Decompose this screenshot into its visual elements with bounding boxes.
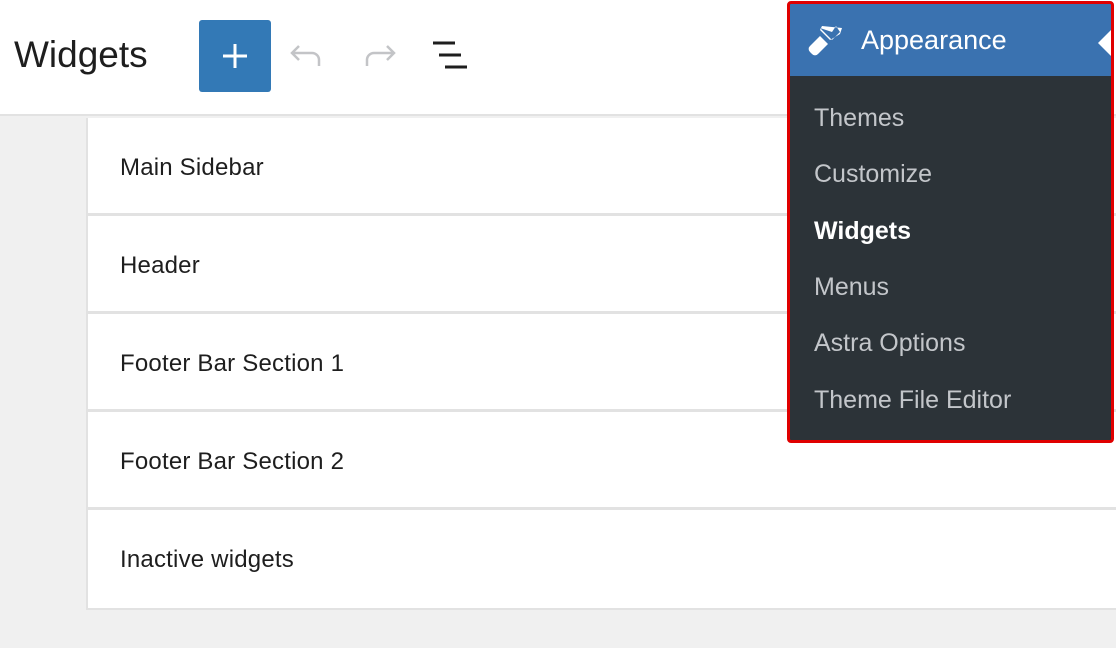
appearance-label: Appearance xyxy=(861,25,1007,55)
undo-button[interactable] xyxy=(287,36,327,76)
menu-item-customize[interactable]: Customize xyxy=(814,160,932,189)
page-title: Widgets xyxy=(14,34,148,75)
widget-area-inactive[interactable]: Inactive widgets xyxy=(86,510,1116,610)
current-menu-pointer xyxy=(1098,30,1111,56)
widget-area-title: Inactive widgets xyxy=(120,546,294,573)
plus-icon xyxy=(223,44,247,68)
appearance-submenu: Appearance Themes Customize Widgets Menu… xyxy=(787,1,1114,443)
menu-item-widgets[interactable]: Widgets xyxy=(814,217,911,246)
appearance-menu-header[interactable]: Appearance xyxy=(790,4,1111,76)
menu-item-theme-file-editor[interactable]: Theme File Editor xyxy=(814,386,1011,415)
redo-button[interactable] xyxy=(359,36,399,76)
add-block-button[interactable] xyxy=(199,20,271,92)
menu-item-astra-options[interactable]: Astra Options xyxy=(814,329,965,358)
list-view-icon xyxy=(433,41,467,69)
widget-area-title: Header xyxy=(120,252,200,279)
list-view-button[interactable] xyxy=(430,36,470,76)
redo-icon xyxy=(365,45,396,66)
paintbrush-icon xyxy=(808,26,844,56)
menu-item-themes[interactable]: Themes xyxy=(814,104,904,133)
widget-area-title: Footer Bar Section 1 xyxy=(120,350,345,377)
widget-area-title: Footer Bar Section 2 xyxy=(120,448,345,475)
menu-item-menus[interactable]: Menus xyxy=(814,273,889,302)
widget-area-title: Main Sidebar xyxy=(120,154,264,181)
undo-icon xyxy=(290,45,321,66)
